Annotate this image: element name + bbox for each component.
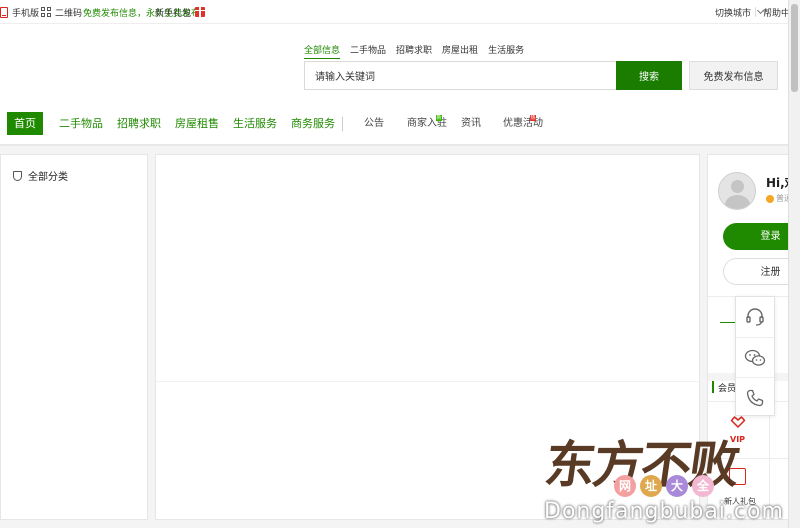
nav-home[interactable]: 首页: [7, 112, 43, 135]
topbar-divider: [755, 7, 756, 17]
mobile-link[interactable]: 手机版: [0, 5, 39, 19]
coin-icon: [766, 194, 774, 203]
wechat-icon: [744, 349, 766, 366]
gift-package-icon[interactable]: [729, 468, 746, 485]
shield-icon: [13, 170, 22, 181]
nav-secondhand[interactable]: 二手物品: [59, 112, 103, 135]
search-tab-housing[interactable]: 房屋出租: [442, 43, 478, 59]
nav-notice[interactable]: 公告: [364, 112, 384, 135]
scrollbar-thumb[interactable]: [791, 4, 798, 92]
phone-button[interactable]: [736, 377, 774, 417]
avatar[interactable]: [718, 172, 756, 210]
category-title-label: 全部分类: [28, 172, 68, 183]
new-badge: 新: [436, 115, 442, 121]
header: 全部信息 二手物品 招聘求职 房屋出租 生活服务 搜索 免费发布信息 首页 二手…: [0, 24, 788, 146]
top-bar: 手机版 二维码 免费发布信息，永久免费发布 新手礼包 切换城市 帮助中心: [0, 0, 799, 24]
nav-promotions[interactable]: 优惠活动: [503, 112, 543, 135]
category-panel: 全部分类: [0, 154, 148, 520]
publish-button[interactable]: 免费发布信息: [689, 61, 778, 90]
gift-package-label: 新人礼包: [724, 497, 756, 506]
mobile-phone-icon: [0, 6, 8, 18]
panel-divider: [708, 458, 799, 459]
banner-divider: [156, 381, 699, 382]
search-tab-jobs[interactable]: 招聘求职: [396, 43, 432, 59]
floating-contact-bar: [735, 296, 775, 416]
vip-label: VIP: [730, 435, 746, 444]
customer-service-button[interactable]: [736, 297, 774, 337]
gift-label: 新手礼包: [155, 8, 192, 19]
nav-life-services[interactable]: 生活服务: [233, 112, 277, 135]
nav-business-services[interactable]: 商务服务: [291, 112, 335, 135]
mobile-label: 手机版: [12, 8, 40, 19]
page-scrollbar[interactable]: [788, 0, 800, 528]
qr-label: 二维码: [55, 8, 83, 19]
phone-icon: [746, 389, 764, 406]
nav-divider: [342, 117, 343, 131]
banner-area: [155, 154, 700, 520]
nav-jobs[interactable]: 招聘求职: [117, 112, 161, 135]
qr-code-link[interactable]: 二维码: [41, 5, 82, 19]
wechat-button[interactable]: [736, 337, 774, 377]
search-tab-secondhand[interactable]: 二手物品: [350, 43, 386, 59]
search-button[interactable]: 搜索: [616, 61, 682, 90]
gift-link[interactable]: 新手礼包: [155, 5, 206, 19]
city-label: 切换城市: [715, 8, 752, 19]
nav-news[interactable]: 资讯: [461, 112, 481, 135]
search-tabs: 全部信息 二手物品 招聘求职 房屋出租 生活服务: [304, 43, 524, 59]
search-input[interactable]: [304, 61, 616, 90]
category-title[interactable]: 全部分类: [13, 168, 68, 183]
nav-housing[interactable]: 房屋租售: [175, 112, 219, 135]
gift-icon: [195, 7, 206, 17]
search-tab-all[interactable]: 全部信息: [304, 43, 341, 59]
hot-badge: 热: [530, 115, 536, 121]
headset-icon: [746, 308, 764, 326]
search-tab-services[interactable]: 生活服务: [488, 43, 524, 59]
panel-vertical-divider: [769, 402, 770, 519]
main-nav: 首页 二手物品 招聘求职 房屋租售 生活服务 商务服务 公告 商家入驻 新 资讯…: [0, 112, 788, 136]
qr-code-icon: [41, 7, 51, 17]
